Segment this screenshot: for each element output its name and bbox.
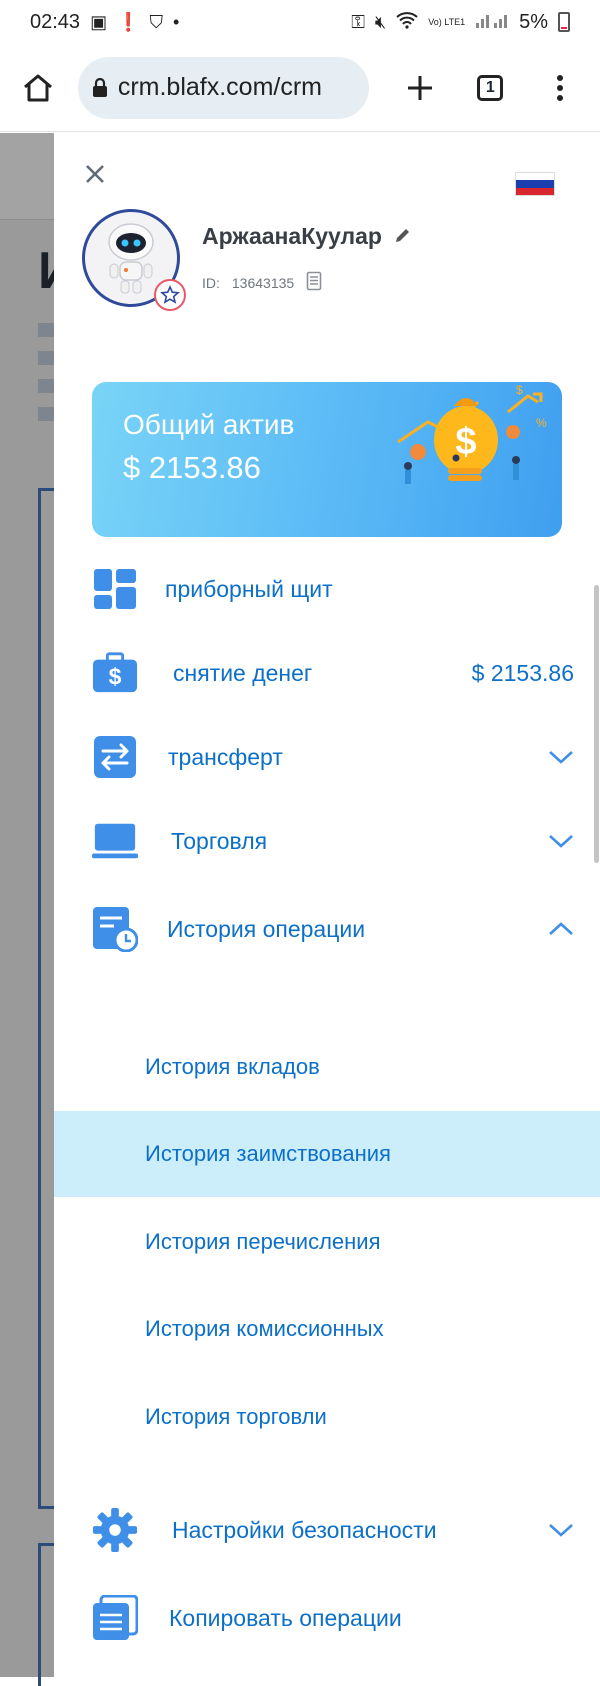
status-right: ⚿ 🔇︎ Vo) LTE1 5% <box>351 11 570 34</box>
menu-item-operation-history[interactable]: История операции <box>54 894 600 964</box>
mute-icon: 🔇︎ <box>374 11 387 32</box>
copy-icon <box>92 1595 138 1641</box>
submenu-label-commission-history: История комиссионных <box>145 1316 384 1341</box>
new-tab-button[interactable] <box>401 68 441 108</box>
submenu-item-commission-history[interactable]: История комиссионных <box>54 1286 600 1372</box>
key-icon: ⚿ <box>351 11 365 32</box>
browser-toolbar: crm.blafx.com/crm 1 <box>0 44 600 132</box>
svg-text:%: % <box>536 416 547 430</box>
menu-label-copy-operations: Копировать операции <box>169 1604 402 1631</box>
svg-text:$: $ <box>516 383 523 397</box>
submenu-item-deposit-history[interactable]: История вкладов <box>54 1024 600 1110</box>
menu-item-security-settings[interactable]: Настройки безопасности <box>54 1495 600 1565</box>
side-drawer: АржаанаКуулар ID: 13643135 Общий актив $… <box>54 133 600 1677</box>
total-asset-card: Общий актив $ 2153.86 $ % $ <box>92 382 562 537</box>
submenu-item-trade-history[interactable]: История торговли <box>54 1374 600 1460</box>
user-id-value: 13643135 <box>231 274 295 291</box>
wallet-dollar-icon: $ <box>92 650 138 696</box>
status-left: 02:43 ▣ ❗ ⛉ • <box>30 11 179 34</box>
alert-icon: ❗ <box>117 11 140 32</box>
chevron-down-icon <box>546 1515 576 1545</box>
language-flag-ru-icon[interactable] <box>516 173 554 195</box>
home-icon <box>23 74 52 101</box>
edit-name-button[interactable] <box>394 223 412 250</box>
chevron-down-icon <box>546 826 576 856</box>
status-bar: 02:43 ▣ ❗ ⛉ • ⚿ 🔇︎ Vo) LTE1 5% <box>0 0 600 44</box>
user-avatar[interactable] <box>82 209 186 311</box>
browser-menu-button[interactable] <box>540 68 580 108</box>
menu-item-withdraw[interactable]: $ снятие денег $ 2153.86 <box>54 638 600 708</box>
gear-icon <box>92 1507 138 1553</box>
submenu-label-transfer-history: История перечисления <box>145 1229 381 1254</box>
dashboard-icon <box>92 566 138 612</box>
menu-label-transfer: трансферт <box>168 743 283 770</box>
menu-label-dashboard: приборный щит <box>165 575 333 602</box>
plus-icon <box>408 75 433 100</box>
menu-item-trading[interactable]: Торговля <box>54 806 600 876</box>
user-id-label: ID: <box>202 274 220 291</box>
lock-icon <box>92 77 107 97</box>
asset-value: $ 2153.86 <box>123 450 261 485</box>
money-bag-illustration-icon: $ % $ <box>397 383 547 484</box>
menu-item-transfer[interactable]: трансферт <box>54 722 600 792</box>
shield-icon: ⛉ <box>149 11 164 32</box>
battery-icon <box>558 12 570 32</box>
menu-label-trading: Торговля <box>171 827 268 854</box>
transfer-icon <box>92 734 138 780</box>
url-text: crm.blafx.com/crm <box>117 73 323 101</box>
chevron-up-icon <box>546 914 576 944</box>
home-button[interactable] <box>20 70 56 106</box>
submenu-item-transfer-history[interactable]: История перечисления <box>54 1199 600 1285</box>
withdraw-amount: $ 2153.86 <box>471 659 574 686</box>
menu-item-dashboard[interactable]: приборный щит <box>54 554 600 624</box>
history-icon <box>92 906 138 952</box>
battery-percent: 5% <box>519 10 548 33</box>
signal-icon <box>475 11 509 34</box>
tab-switcher-button[interactable]: 1 <box>470 68 510 108</box>
wifi-icon <box>396 11 418 34</box>
asset-title: Общий актив <box>123 409 295 440</box>
document-copy-icon <box>306 271 322 291</box>
user-id: ID: 13643135 <box>202 271 322 294</box>
gallery-icon: ▣ <box>90 11 108 32</box>
user-name-text: АржаанаКуулар <box>202 223 382 249</box>
svg-text:$: $ <box>109 664 122 690</box>
menu-item-copy-operations[interactable]: Копировать операции <box>54 1583 600 1653</box>
pencil-icon <box>395 229 409 242</box>
more-vert-icon <box>557 74 564 101</box>
vip-badge-icon <box>154 279 186 311</box>
submenu-label-trade-history: История торговли <box>145 1404 327 1429</box>
tab-count: 1 <box>477 74 504 101</box>
user-name: АржаанаКуулар <box>202 223 412 250</box>
dot-icon: • <box>173 11 180 32</box>
close-drawer-button[interactable] <box>80 159 110 189</box>
submenu-label-deposit-history: История вкладов <box>145 1054 320 1079</box>
drawer-scrollbar[interactable] <box>594 585 599 863</box>
copy-id-button[interactable] <box>306 271 322 294</box>
network-label: Vo) LTE1 <box>428 16 466 27</box>
menu-label-withdraw: снятие денег <box>173 659 313 686</box>
laptop-icon <box>92 818 138 864</box>
submenu-label-borrowing-history: История заимствования <box>145 1141 391 1166</box>
url-bar[interactable]: crm.blafx.com/crm <box>77 56 369 119</box>
menu-label-security-settings: Настройки безопасности <box>172 1516 437 1543</box>
menu-label-operation-history: История операции <box>167 915 366 942</box>
submenu-item-borrowing-history[interactable]: История заимствования <box>54 1111 600 1197</box>
close-icon <box>86 165 104 183</box>
chevron-down-icon <box>546 742 576 772</box>
clock: 02:43 <box>30 10 81 33</box>
